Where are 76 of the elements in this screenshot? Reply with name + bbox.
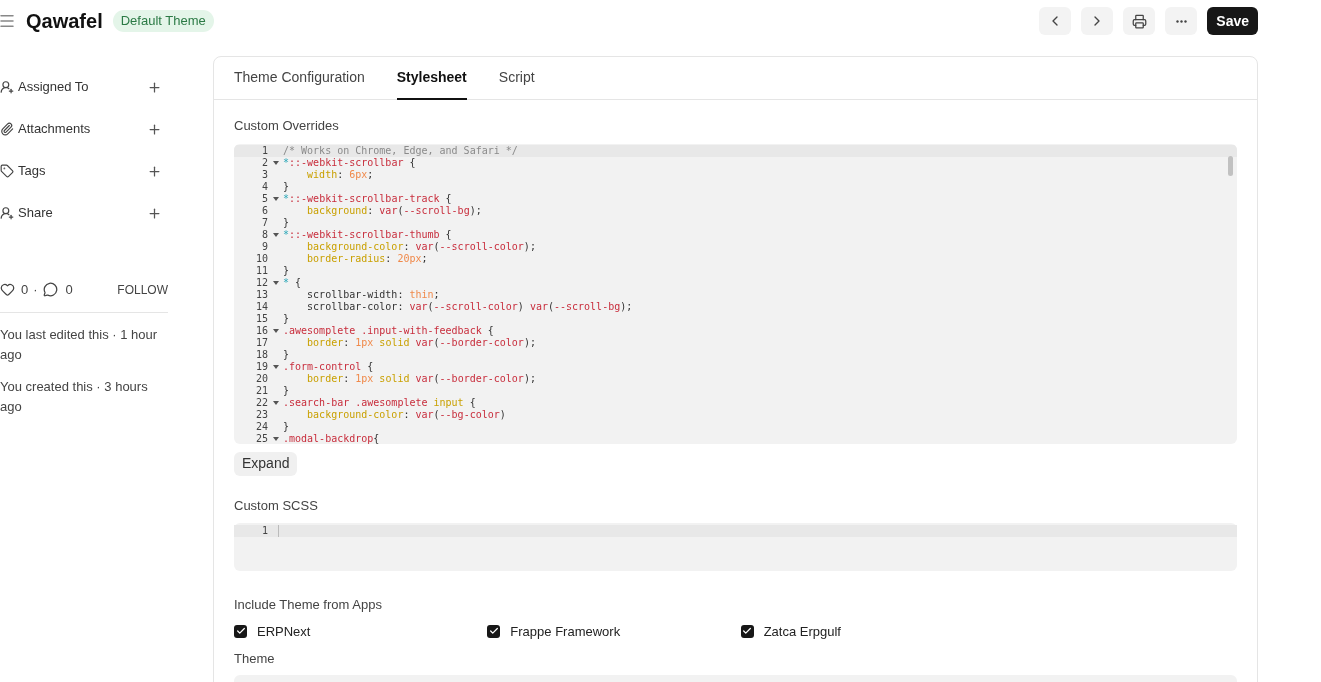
code-line: *::-webkit-scrollbar-thumb { (283, 228, 452, 241)
line-number: 2 (260, 156, 268, 169)
code-line: background-color: var(--scroll-color); (306, 240, 536, 253)
line-number: 8 (260, 228, 268, 241)
field-label: Custom Overrides (234, 117, 340, 135)
code-line: border-radius: 20px; (306, 252, 428, 265)
code-line: background-color: var(--bg-color) (306, 408, 506, 421)
code-line: } (283, 180, 290, 193)
activity-text: You last edited this · 1 hour ago (0, 325, 159, 364)
line-number: 20 (254, 372, 268, 385)
line-number: 3 (260, 168, 268, 181)
sidebar-label[interactable]: Tags (18, 161, 46, 181)
line-number: 21 (254, 384, 268, 397)
line-number: 18 (254, 348, 268, 361)
activity-text: You created this · 3 hours ago (0, 377, 149, 416)
code-line: *::-webkit-scrollbar-track { (283, 192, 452, 205)
comment-count: 0 (65, 281, 73, 299)
code-line: scrollbar-color: var(--scroll-color) var(--scroll-bg); (306, 300, 633, 313)
sidebar-label[interactable]: Share (18, 203, 53, 223)
code-line: } (283, 312, 290, 325)
line-number: 10 (254, 252, 268, 265)
checkbox-label: ERPNext (257, 622, 311, 641)
line-number: 6 (260, 204, 268, 217)
line-number: 25 (254, 432, 268, 444)
line-number: 13 (254, 288, 268, 301)
code-line: .form-control { (283, 360, 374, 373)
checkbox-label: Frappe Framework (510, 622, 621, 641)
code-line: background: var(--scroll-bg); (306, 204, 482, 217)
code-line: border: 1px solid var(--border-color); (306, 336, 536, 349)
checkbox-label: Zatca Erpgulf (763, 622, 841, 641)
line-number: 7 (260, 216, 268, 229)
like-count: 0 (21, 281, 29, 299)
line-number: 19 (254, 360, 268, 373)
line-number: 16 (254, 324, 268, 337)
sidebar-label[interactable]: Attachments (18, 119, 91, 139)
line-number: 5 (260, 192, 268, 205)
line-number: 22 (254, 396, 268, 409)
code-line: .awesomplete .input-with-feedback { (283, 324, 494, 337)
line-number: 14 (254, 300, 268, 313)
line-number: 9 (260, 240, 268, 253)
follow-link[interactable]: FOLLOW (117, 280, 168, 299)
expand-button[interactable]: Expand (234, 451, 298, 476)
code-line: } (283, 348, 290, 361)
code-line: * { (283, 276, 302, 289)
tab[interactable]: Script (498, 57, 535, 100)
line-number: 11 (254, 264, 268, 277)
code-line: } (283, 216, 290, 229)
field-label: Include Theme from Apps (234, 596, 383, 614)
code-line: width: 6px; (306, 168, 374, 181)
tab[interactable]: Stylesheet (396, 57, 467, 100)
line-number: 4 (260, 180, 268, 193)
code-line: .modal-backdrop{ (283, 432, 380, 444)
field-label: Theme (234, 650, 276, 668)
sidebar-label[interactable]: Assigned To (18, 77, 89, 97)
field-label: Custom SCSS (234, 496, 319, 515)
save-button[interactable]: Save (1207, 7, 1258, 35)
line-number: 12 (254, 276, 268, 289)
line-number: 17 (254, 336, 268, 349)
separator-dot: · (33, 281, 38, 299)
code-editor[interactable]: 1 (234, 523, 1237, 571)
page-title: Qawafel (26, 9, 103, 34)
status-badge: Default Theme (112, 10, 214, 32)
code-line: } (283, 384, 290, 397)
code-line: scrollbar-width: thin; (306, 288, 440, 301)
code-line: border: 1px solid var(--border-color); (306, 372, 536, 385)
code-line: } (283, 420, 290, 433)
tab[interactable]: Theme Configuration (234, 57, 365, 100)
code-line: /* Works on Chrome, Edge, and Safari */ (283, 144, 518, 157)
line-number: 15 (254, 312, 268, 325)
code-line: *::-webkit-scrollbar { (283, 156, 416, 169)
code-line: } (283, 264, 290, 277)
line-number: 1 (260, 144, 268, 157)
line-number: 24 (254, 420, 268, 433)
line-number: 1 (260, 525, 268, 537)
line-number: 23 (254, 408, 268, 421)
code-line: .search-bar .awesomplete input { (283, 396, 476, 409)
